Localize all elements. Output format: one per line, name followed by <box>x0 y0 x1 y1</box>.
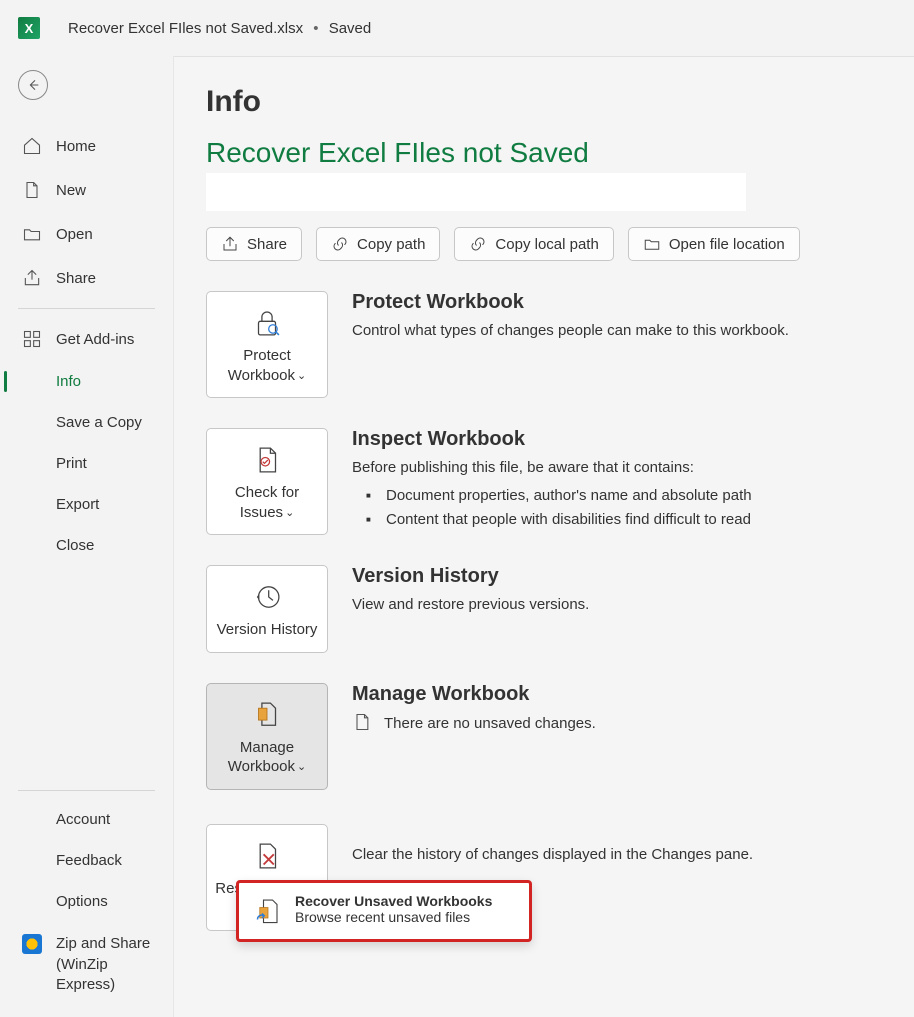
doc-filename: Recover Excel FIles not Saved.xlsx <box>68 20 303 37</box>
separator: • <box>313 20 318 37</box>
titlebar-text: Recover Excel FIles not Saved.xlsx • Sav… <box>68 20 371 37</box>
recover-file-icon <box>253 897 283 927</box>
home-icon <box>22 136 42 156</box>
nav-addins-label: Get Add-ins <box>56 331 134 348</box>
open-file-location-button[interactable]: Open file location <box>628 227 800 261</box>
nav-new[interactable]: New <box>0 168 173 212</box>
copy-local-label: Copy local path <box>495 236 598 253</box>
copy-path-button[interactable]: Copy path <box>316 227 440 261</box>
manage-workbook-button[interactable]: Manage Workbook⌄ <box>206 683 328 790</box>
document-title: Recover Excel FIles not Saved <box>206 137 914 169</box>
share-icon <box>22 268 42 288</box>
inspect-bullet: Document properties, author's name and a… <box>352 484 914 508</box>
inspect-desc: Before publishing this file, be aware th… <box>352 457 914 480</box>
save-status: Saved <box>329 20 372 37</box>
back-button[interactable] <box>18 70 48 100</box>
version-section: Version History Version History View and… <box>206 565 914 653</box>
link-icon <box>469 235 487 253</box>
copy-local-path-button[interactable]: Copy local path <box>454 227 613 261</box>
nav-close-label: Close <box>56 537 94 554</box>
manage-section: Manage Workbook⌄ Manage Workbook There a… <box>206 683 914 790</box>
folder-open-icon <box>22 224 42 244</box>
divider <box>18 308 155 309</box>
nav-savecopy[interactable]: Save a Copy <box>0 402 173 443</box>
nav-info-label: Info <box>56 373 81 390</box>
copy-path-label: Copy path <box>357 236 425 253</box>
inspect-bullet: Content that people with disabilities fi… <box>352 508 914 532</box>
folder-icon <box>643 235 661 253</box>
open-loc-label: Open file location <box>669 236 785 253</box>
nav-open-label: Open <box>56 226 93 243</box>
titlebar: X Recover Excel FIles not Saved.xlsx • S… <box>0 0 914 56</box>
share-button[interactable]: Share <box>206 227 302 261</box>
link-icon <box>331 235 349 253</box>
manage-heading: Manage Workbook <box>352 683 914 706</box>
nav-close[interactable]: Close <box>0 525 173 566</box>
nav-zip-share[interactable]: Zip and Share (WinZip Express) <box>0 922 173 1007</box>
nav-feedback-label: Feedback <box>56 852 122 869</box>
nav-open[interactable]: Open <box>0 212 173 256</box>
protect-heading: Protect Workbook <box>352 291 914 314</box>
winzip-icon <box>22 934 42 954</box>
nav-info[interactable]: Info <box>0 361 173 402</box>
nav-zip-label: Zip and Share (WinZip Express) <box>56 934 155 995</box>
main-content: Info Recover Excel FIles not Saved Share… <box>174 56 914 1017</box>
inspect-heading: Inspect Workbook <box>352 428 914 451</box>
version-history-button[interactable]: Version History <box>206 565 328 653</box>
document-path-bar <box>206 173 746 211</box>
history-icon <box>250 580 284 614</box>
manage-status: There are no unsaved changes. <box>384 715 596 732</box>
sidebar: Home New Open Share Get Add-ins Info Sav… <box>0 56 174 1017</box>
document-icon <box>352 712 372 736</box>
nav-print[interactable]: Print <box>0 443 173 484</box>
nav-account-label: Account <box>56 811 110 828</box>
popup-subtitle: Browse recent unsaved files <box>295 909 492 925</box>
nav-print-label: Print <box>56 455 87 472</box>
divider <box>18 790 155 791</box>
nav-home-label: Home <box>56 138 96 155</box>
popup-title: Recover Unsaved Workbooks <box>295 893 492 909</box>
chevron-down-icon: ⌄ <box>297 369 306 383</box>
nav-share[interactable]: Share <box>0 256 173 300</box>
nav-options-label: Options <box>56 893 108 910</box>
reset-desc: Clear the history of changes displayed i… <box>352 844 914 867</box>
nav-savecopy-label: Save a Copy <box>56 414 142 431</box>
chevron-down-icon: ⌄ <box>285 506 294 520</box>
nav-share-label: Share <box>56 270 96 287</box>
manage-workbook-icon <box>250 698 284 732</box>
protect-workbook-button[interactable]: Protect Workbook⌄ <box>206 291 328 398</box>
reset-icon <box>250 839 284 873</box>
version-desc: View and restore previous versions. <box>352 594 914 617</box>
check-issues-button[interactable]: Check for Issues⌄ <box>206 428 328 535</box>
protect-btn-label: Protect Workbook <box>228 347 295 384</box>
nav-account[interactable]: Account <box>0 799 173 840</box>
page-title: Info <box>206 85 914 119</box>
manage-btn-label: Manage Workbook <box>228 739 295 776</box>
grid-icon <box>22 329 42 349</box>
version-heading: Version History <box>352 565 914 588</box>
version-btn-label: Version History <box>217 620 318 640</box>
nav-home[interactable]: Home <box>0 124 173 168</box>
recover-unsaved-popup[interactable]: Recover Unsaved Workbooks Browse recent … <box>236 880 532 942</box>
nav-feedback[interactable]: Feedback <box>0 840 173 881</box>
nav-options[interactable]: Options <box>0 881 173 922</box>
protect-desc: Control what types of changes people can… <box>352 320 914 343</box>
chevron-down-icon: ⌄ <box>297 760 306 774</box>
arrow-left-icon <box>25 77 41 93</box>
nav-export[interactable]: Export <box>0 484 173 525</box>
nav-new-label: New <box>56 182 86 199</box>
protect-section: Protect Workbook⌄ Protect Workbook Contr… <box>206 291 914 398</box>
excel-app-icon: X <box>18 17 40 39</box>
share-icon <box>221 235 239 253</box>
check-document-icon <box>250 443 284 477</box>
nav-addins[interactable]: Get Add-ins <box>0 317 173 361</box>
inspect-section: Check for Issues⌄ Inspect Workbook Befor… <box>206 428 914 535</box>
lock-icon <box>250 306 284 340</box>
nav-export-label: Export <box>56 496 99 513</box>
action-row: Share Copy path Copy local path Open fil… <box>206 227 914 261</box>
file-icon <box>22 180 42 200</box>
share-label: Share <box>247 236 287 253</box>
